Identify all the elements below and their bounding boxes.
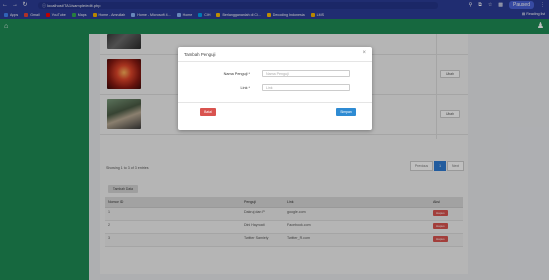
modal-title: Tambah Penguji [184, 52, 216, 57]
modal-backdrop[interactable] [0, 0, 549, 280]
link-label: Link * [240, 86, 251, 90]
simpan-button[interactable]: Simpan [336, 108, 356, 116]
batal-button[interactable]: Batal [200, 108, 216, 116]
tambah-penguji-modal: Tambah Penguji × Nama Penguji * Nama Pen… [178, 47, 372, 130]
nama-penguji-input[interactable]: Nama Penguji [262, 70, 350, 77]
nama-penguji-label: Nama Penguji * [223, 72, 250, 76]
link-input[interactable]: Link [262, 84, 350, 91]
modal-footer-divider [178, 102, 372, 103]
close-icon[interactable]: × [362, 50, 366, 56]
modal-divider [178, 61, 372, 62]
